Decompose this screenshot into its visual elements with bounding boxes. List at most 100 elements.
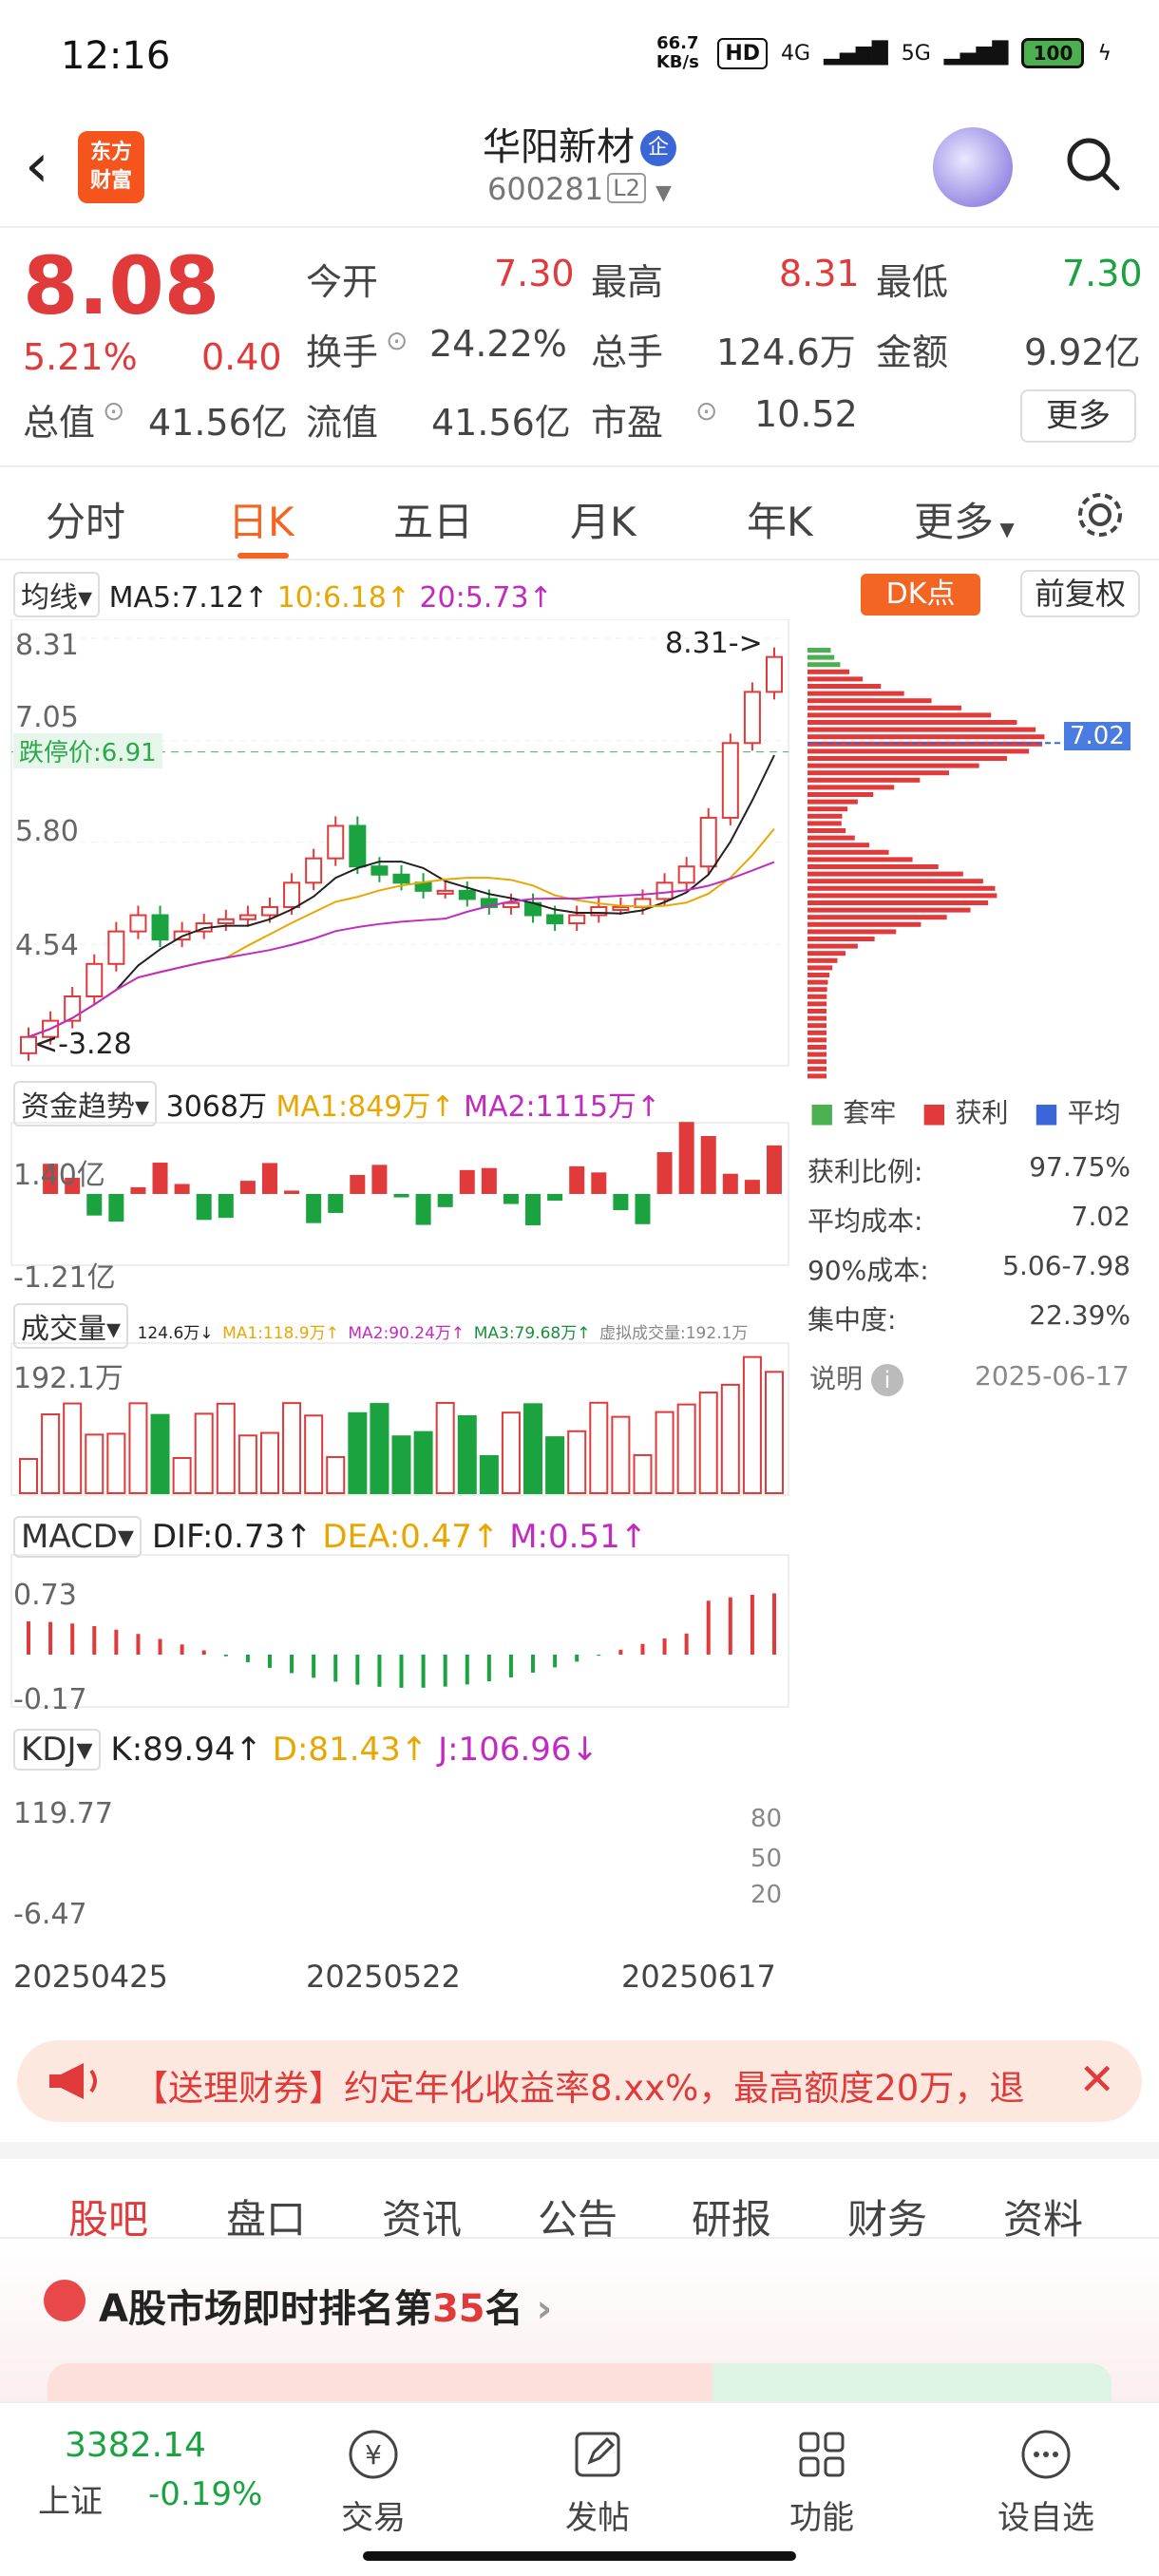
volume-bar — [282, 1402, 302, 1494]
tab-finance[interactable]: 财务 — [847, 2188, 927, 2245]
fund-axis-low: -1.21亿 — [13, 1261, 116, 1295]
rank-text: A股市场即时排名第35名 › — [99, 2278, 552, 2333]
rank-card[interactable]: A股市场即时排名第35名 › — [0, 2242, 1159, 2405]
tab-daily-k[interactable]: 日K — [228, 490, 294, 548]
ma20-label: 20:5.73↑ — [419, 581, 553, 615]
tab-pankou[interactable]: 盘口 — [226, 2188, 306, 2245]
settings-gear-icon[interactable] — [1074, 488, 1127, 541]
fund-bar — [350, 1175, 366, 1194]
tab-more[interactable]: 更多 ▼ — [914, 490, 1015, 548]
tab-research[interactable]: 研报 — [692, 2188, 771, 2245]
fund-bar — [371, 1165, 388, 1194]
volume-ma2: MA2:90.24万↑ — [348, 1324, 466, 1343]
dk-point-button[interactable]: DK点 — [861, 574, 980, 616]
chip-bar — [808, 734, 1045, 740]
fund-value: 3068万 — [165, 1090, 267, 1124]
kdj-level: 80 — [750, 1805, 783, 1833]
candle-body — [217, 918, 235, 925]
volume-bar — [238, 1434, 257, 1494]
volume-bar — [348, 1411, 368, 1495]
tab-announcement[interactable]: 公告 — [538, 2188, 618, 2245]
info-icon[interactable]: ⊙ — [103, 395, 124, 426]
tab-profile[interactable]: 资料 — [1003, 2188, 1083, 2245]
volume-bar — [435, 1401, 455, 1495]
tab-five-day[interactable]: 五日 — [393, 490, 473, 548]
chip-bar — [808, 654, 835, 660]
fund-bar — [678, 1122, 694, 1194]
kdj-selector-label: KDJ — [21, 1731, 77, 1769]
status-bar: 12:16 66.7 KB/s HD 4G ▂▄▆█ 5G ▂▄▆█ 100 ϟ — [0, 0, 1159, 104]
tab-intraday[interactable]: 分时 — [46, 490, 125, 548]
fund-bar — [635, 1194, 651, 1224]
fund-selector[interactable]: 资金趋势▾ — [13, 1081, 158, 1127]
candle-body — [721, 742, 739, 819]
date-label: 20250617 — [621, 1959, 776, 1995]
chip-bar — [808, 662, 841, 668]
info-icon[interactable]: ⊙ — [695, 395, 717, 426]
chip-stats: 获利比例: 97.75% 平均成本: 7.02 90%成本: 5.06-7.98 集中度: 2… — [808, 1151, 1130, 1349]
change-percent: 5.21% — [23, 336, 138, 378]
chip-bar — [808, 806, 848, 812]
chip-bar — [808, 676, 864, 682]
more-button[interactable]: 更多 — [1020, 389, 1136, 443]
volume-bar — [172, 1456, 192, 1494]
pe-label: 市盈 — [591, 402, 664, 444]
fund-bar — [459, 1169, 475, 1194]
tab-news[interactable]: 资讯 — [382, 2188, 462, 2245]
close-icon[interactable]: ✕ — [1078, 2054, 1115, 2105]
functions-button[interactable]: 功能 — [750, 2426, 893, 2538]
fund-bar — [393, 1194, 409, 1198]
chip-bar — [808, 907, 971, 913]
info-icon[interactable]: ⊙ — [386, 325, 408, 356]
chip-bar — [808, 1051, 826, 1057]
trade-icon: ¥ — [349, 2430, 398, 2479]
chip-stat-label: 获利比例: — [808, 1156, 923, 1187]
chip-bar — [808, 720, 1017, 725]
amount-label: 金额 — [876, 331, 949, 373]
fund-bar — [525, 1194, 542, 1225]
chip-legend: ■ 套牢 ■ 获利 ■ 平均 — [809, 1092, 1121, 1130]
trade-button[interactable]: ¥ 交易 — [302, 2426, 445, 2538]
fund-selector-label: 资金趋势 — [21, 1090, 135, 1124]
tab-guba[interactable]: 股吧 — [68, 2188, 148, 2245]
index-name[interactable]: 上证 — [38, 2475, 103, 2522]
volume-bar — [150, 1413, 170, 1495]
fund-ma2: MA2:1115万↑ — [464, 1090, 661, 1124]
clock: 12:16 — [61, 34, 171, 78]
volume-bar — [676, 1403, 696, 1494]
assistant-avatar[interactable] — [933, 127, 1013, 207]
high-label: 最高 — [591, 261, 664, 303]
kdj-selector[interactable]: KDJ▾ — [13, 1729, 101, 1771]
volume-bar — [413, 1430, 433, 1494]
macd-selector[interactable]: MACD▾ — [13, 1516, 142, 1558]
volume-ma1: MA1:118.9万↑ — [222, 1324, 339, 1343]
explain-link[interactable]: 说明 i — [809, 1358, 903, 1396]
low-label: 最低 — [876, 261, 949, 303]
index-value[interactable]: 3382.14 — [65, 2426, 206, 2465]
index-change[interactable]: -0.19% — [148, 2475, 262, 2513]
add-watchlist-button[interactable]: 设自选 — [975, 2426, 1117, 2538]
chip-bar — [808, 857, 913, 862]
tab-monthly-k[interactable]: 月K — [570, 490, 636, 548]
post-button[interactable]: 发帖 — [526, 2426, 669, 2538]
mcap-value: 41.56亿 — [148, 402, 288, 444]
chip-bar — [808, 1066, 826, 1071]
volume-bar — [106, 1432, 126, 1495]
ma-selector[interactable]: 均线▾ — [13, 572, 101, 617]
add-watchlist-label: 设自选 — [998, 2499, 1094, 2537]
home-indicator — [363, 2551, 796, 2561]
ma-line — [28, 827, 775, 1038]
promo-banner[interactable]: 【送理财券】约定年化收益率8.xx%，最高额度20万，退 ✕ — [17, 2040, 1142, 2122]
fund-bar — [722, 1173, 738, 1194]
fund-bar — [700, 1136, 716, 1194]
volume-bar — [611, 1415, 631, 1494]
fund-bar — [547, 1194, 563, 1202]
adjust-button[interactable]: 前复权 — [1020, 570, 1140, 617]
turnover-value: 24.22% — [429, 323, 567, 365]
chip-stat-row: 获利比例: 97.75% — [808, 1151, 1130, 1201]
tab-yearly-k[interactable]: 年K — [747, 490, 813, 548]
candle-body — [392, 873, 410, 884]
volume-selector[interactable]: 成交量▾ — [13, 1303, 129, 1349]
low-value: 7.30 — [1062, 253, 1143, 294]
search-icon[interactable] — [1062, 133, 1123, 194]
